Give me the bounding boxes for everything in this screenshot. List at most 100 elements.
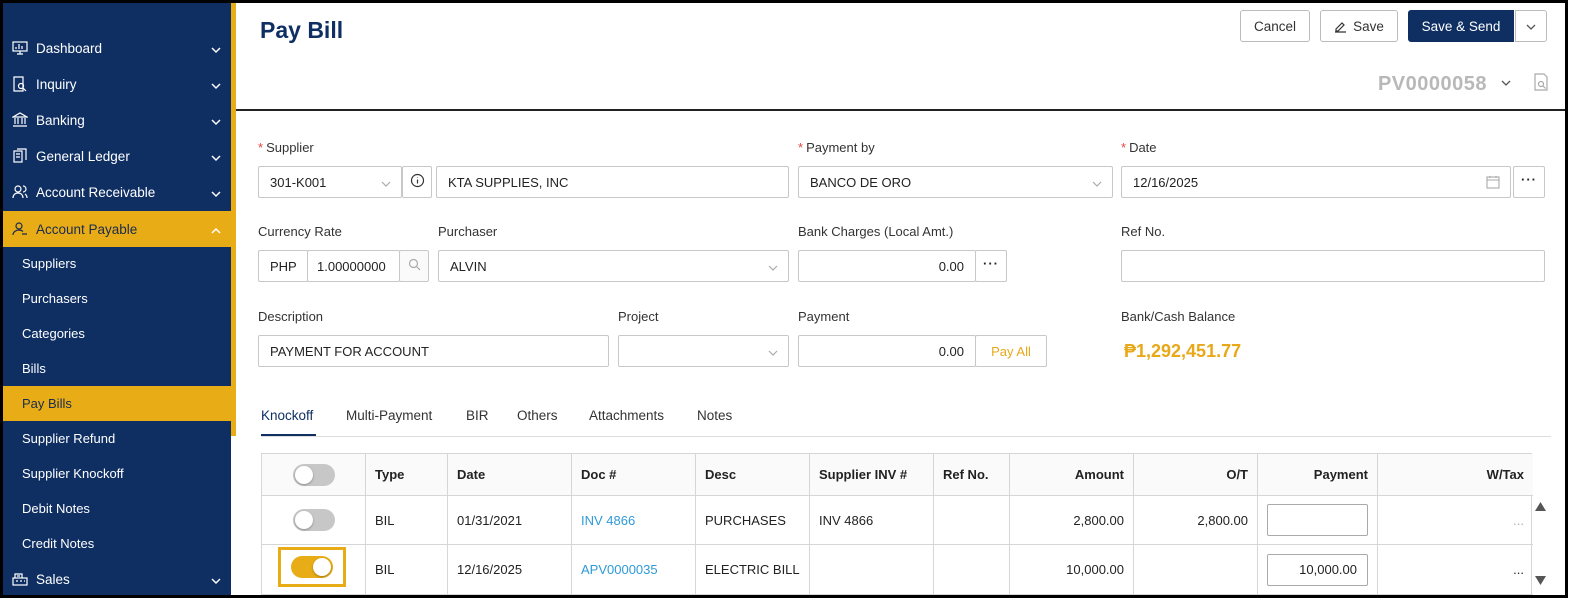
table-cell-ref — [934, 496, 1010, 545]
sidebar-item-account-payable[interactable]: Account Payable — [3, 211, 231, 247]
ref-no-label: Ref No. — [1121, 224, 1166, 239]
col-header-type[interactable]: Type — [366, 454, 448, 496]
col-header-wtax[interactable]: W/Tax — [1378, 454, 1533, 496]
knockoff-table: Type Date Doc # Desc Supplier INV # Ref … — [261, 453, 1533, 595]
doc-number-dropdown[interactable] — [1501, 75, 1511, 90]
tab-attachments[interactable]: Attachments — [589, 408, 664, 423]
bank-charges-field[interactable]: 0.00 — [798, 250, 976, 282]
select-all-toggle[interactable] — [292, 463, 335, 486]
sidebar-item-suppliers[interactable]: Suppliers — [3, 246, 231, 281]
pencil-icon — [1334, 20, 1347, 33]
pay-all-button[interactable]: Pay All — [975, 335, 1047, 367]
table-cell-desc: PURCHASES — [696, 496, 810, 545]
sidebar-item-label: Bills — [22, 361, 46, 376]
project-label: Project — [618, 309, 659, 324]
sidebar-item-supplier-knockoff[interactable]: Supplier Knockoff — [3, 456, 231, 491]
col-header-supplier-inv[interactable]: Supplier INV # — [810, 454, 934, 496]
scroll-down-icon[interactable] — [1535, 573, 1546, 588]
chevron-down-icon — [211, 114, 221, 129]
supplier-code-select[interactable]: 301-K001 — [258, 166, 402, 198]
sidebar-item-credit-notes[interactable]: Credit Notes — [3, 526, 231, 561]
col-header-date[interactable]: Date — [448, 454, 572, 496]
sidebar-item-sales[interactable]: Sales — [3, 561, 231, 595]
col-header-ot[interactable]: O/T — [1134, 454, 1258, 496]
chevron-down-icon — [768, 260, 778, 275]
sidebar-item-bills[interactable]: Bills — [3, 351, 231, 386]
col-header-ref-no[interactable]: Ref No. — [934, 454, 1010, 496]
chevron-down-icon — [211, 573, 221, 588]
sidebar-item-general-ledger[interactable]: General Ledger — [3, 138, 231, 174]
tab-others[interactable]: Others — [517, 408, 558, 423]
col-header-doc[interactable]: Doc # — [572, 454, 696, 496]
rate-field[interactable]: 1.00000000 — [307, 250, 400, 282]
sidebar-item-pay-bills[interactable]: Pay Bills — [3, 386, 231, 421]
table-cell-payment: 10,000.00 — [1258, 545, 1378, 595]
ellipsis-icon: ··· — [983, 256, 999, 271]
rate-search-button[interactable] — [399, 250, 429, 282]
sidebar-item-dashboard[interactable]: Dashboard — [3, 30, 231, 66]
row-select-focus — [278, 547, 346, 587]
sidebar-item-inquiry[interactable]: Inquiry — [3, 66, 231, 102]
table-cell-wtax[interactable]: ... — [1378, 496, 1533, 545]
table-cell-date: 01/31/2021 — [448, 496, 572, 545]
payment-field[interactable]: 0.00 — [798, 335, 976, 367]
currency-rate-label: Currency Rate — [258, 224, 342, 239]
table-cell-doc-link[interactable]: APV0000035 — [572, 545, 696, 595]
date-more-button[interactable]: ··· — [1513, 166, 1545, 198]
document-preview-icon[interactable] — [1533, 73, 1549, 94]
purchaser-select[interactable]: ALVIN — [438, 250, 789, 282]
payment-by-select[interactable]: BANCO DE ORO — [798, 166, 1113, 198]
row-select-toggle[interactable] — [291, 556, 333, 578]
search-icon — [408, 258, 421, 274]
save-button[interactable]: Save — [1320, 10, 1398, 42]
sidebar-item-label: General Ledger — [36, 148, 130, 164]
sidebar-item-label: Banking — [36, 112, 85, 128]
project-select[interactable] — [618, 335, 789, 367]
page-title: Pay Bill — [260, 17, 344, 43]
description-field[interactable]: PAYMENT FOR ACCOUNT — [258, 335, 609, 367]
sidebar-item-label: Debit Notes — [22, 501, 90, 516]
sidebar-item-purchasers[interactable]: Purchasers — [3, 281, 231, 316]
table-cell-doc-link[interactable]: INV 4866 — [572, 496, 696, 545]
sidebar-item-account-receivable[interactable]: Account Receivable — [3, 174, 231, 210]
supplier-name-field[interactable]: KTA SUPPLIES, INC — [436, 166, 789, 198]
sidebar-item-label: Supplier Refund — [22, 431, 116, 446]
tab-knockoff[interactable]: Knockoff — [261, 408, 313, 423]
col-header-payment[interactable]: Payment — [1258, 454, 1378, 496]
table-cell-wtax[interactable]: ... — [1378, 545, 1533, 595]
date-picker[interactable]: 12/16/2025 — [1121, 166, 1511, 198]
chevron-down-icon — [211, 42, 221, 57]
payment-input[interactable]: 10,000.00 — [1267, 553, 1368, 586]
scroll-up-icon[interactable] — [1535, 499, 1546, 514]
table-cell-ref — [934, 545, 1010, 595]
table-cell-supplier-inv: INV 4866 — [810, 496, 934, 545]
table-cell-ot: 2,800.00 — [1134, 496, 1258, 545]
ref-no-field[interactable] — [1121, 250, 1545, 282]
sidebar-item-banking[interactable]: Banking — [3, 102, 231, 138]
cancel-button[interactable]: Cancel — [1240, 10, 1310, 42]
save-options-dropdown[interactable] — [1515, 10, 1547, 42]
save-send-button[interactable]: Save & Send — [1408, 10, 1514, 42]
tab-bir[interactable]: BIR — [466, 408, 489, 423]
sidebar-item-supplier-refund[interactable]: Supplier Refund — [3, 421, 231, 456]
user-icon — [11, 220, 29, 238]
tab-notes[interactable]: Notes — [697, 408, 732, 423]
col-header-desc[interactable]: Desc — [696, 454, 810, 496]
sidebar-item-debit-notes[interactable]: Debit Notes — [3, 491, 231, 526]
supplier-info-button[interactable] — [402, 166, 432, 198]
tab-bar: Knockoff Multi-Payment BIR Others Attach… — [261, 400, 1551, 437]
currency-field[interactable]: PHP — [258, 250, 308, 282]
tab-multi-payment[interactable]: Multi-Payment — [346, 408, 432, 423]
bank-charges-more-button[interactable]: ··· — [975, 250, 1007, 282]
supplier-label: * Supplier — [258, 140, 314, 155]
users-icon — [11, 183, 29, 201]
sidebar-item-categories[interactable]: Categories — [3, 316, 231, 351]
payment-by-label: * Payment by — [798, 140, 875, 155]
sidebar-item-label: Dashboard — [36, 40, 103, 56]
sidebar-item-label: Inquiry — [36, 76, 77, 92]
col-header-amount[interactable]: Amount — [1010, 454, 1134, 496]
row-select-toggle[interactable] — [292, 509, 335, 531]
sidebar-item-label: Supplier Knockoff — [22, 466, 124, 481]
payment-input[interactable] — [1267, 504, 1368, 536]
app-window: Dashboard Inquiry Banking General Ledger — [0, 0, 1568, 598]
